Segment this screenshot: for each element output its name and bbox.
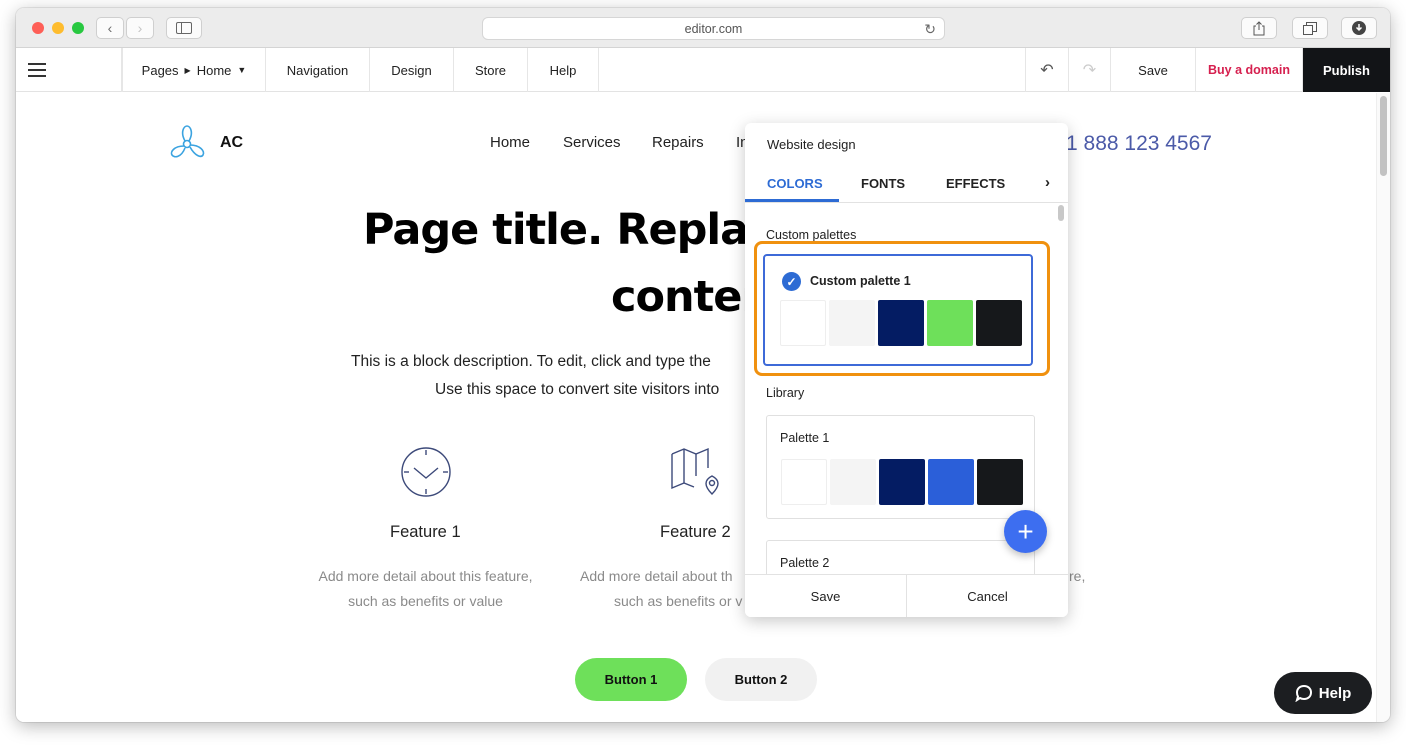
redo-icon: ↷ — [1082, 62, 1097, 79]
publish-button[interactable]: Publish — [1303, 48, 1390, 92]
logo-icon — [170, 125, 205, 158]
clock-icon — [401, 447, 451, 497]
save-button[interactable]: Save — [1111, 48, 1196, 92]
library-label: Library — [766, 386, 805, 400]
page-scrollbar[interactable] — [1376, 93, 1390, 722]
site-nav-repairs[interactable]: Repairs — [652, 134, 704, 151]
maximize-window-button[interactable] — [72, 22, 84, 34]
publish-label: Publish — [1323, 62, 1370, 78]
swatch-blue — [928, 459, 974, 505]
palette-1-name: Palette 1 — [780, 431, 830, 445]
panel-title: Website design — [767, 137, 856, 152]
help-label: Help — [549, 62, 577, 78]
panel-scrollbar-thumb[interactable] — [1058, 205, 1064, 221]
feature-2-desc-line1: Add more detail about th — [580, 568, 733, 584]
panel-footer: Save Cancel — [745, 574, 1068, 617]
download-icon — [1352, 21, 1366, 35]
url-text: editor.com — [684, 21, 743, 36]
swatch-black — [977, 459, 1023, 505]
block-description-line1[interactable]: This is a block description. To edit, cl… — [351, 353, 711, 371]
redo-button[interactable]: ↷ — [1069, 48, 1111, 92]
pages-label: Pages — [141, 62, 179, 78]
address-bar[interactable]: editor.com ↻ — [482, 17, 945, 40]
feature-2-desc-line2: such as benefits or v — [614, 593, 743, 609]
tabs-next-chevron-icon[interactable]: › — [1045, 174, 1050, 191]
button-2[interactable]: Button 2 — [705, 658, 817, 701]
breadcrumb-arrow-icon: ▶ — [184, 65, 191, 75]
feature-1-description[interactable]: Add more detail about this feature, such… — [300, 564, 551, 614]
reload-icon[interactable]: ↻ — [924, 21, 936, 38]
navigation-menu[interactable]: Navigation — [266, 48, 370, 92]
tab-fonts[interactable]: FONTS — [861, 176, 905, 191]
undo-button[interactable]: ↶ — [1025, 48, 1069, 92]
panel-save-button[interactable]: Save — [745, 575, 907, 617]
design-label: Design — [391, 62, 432, 78]
design-menu[interactable]: Design — [370, 48, 454, 92]
pages-dropdown[interactable]: Pages ▶ Home ▼ — [122, 48, 266, 92]
feature-1-title[interactable]: Feature 1 — [390, 523, 461, 542]
page-scrollbar-thumb[interactable] — [1380, 96, 1387, 176]
hamburger-icon — [28, 63, 46, 81]
tabs-divider — [745, 202, 1068, 203]
sidebar-icon — [176, 22, 192, 34]
browser-titlebar: ‹ › editor.com ↻ — [16, 8, 1390, 48]
share-button[interactable] — [1241, 17, 1277, 39]
current-page-label: Home — [196, 62, 232, 78]
map-pin-icon — [671, 447, 719, 495]
tabs-icon — [1303, 21, 1317, 35]
block-description-line2[interactable]: Use this space to convert site visitors … — [435, 381, 719, 399]
swatch-light-gray — [830, 459, 876, 505]
close-window-button[interactable] — [32, 22, 44, 34]
page-title-line1[interactable]: Page title. Replac — [363, 205, 774, 255]
navigation-label: Navigation — [286, 62, 349, 78]
chat-bubble-icon — [1295, 684, 1312, 702]
feature-2-description[interactable]: Add more detail about th such as benefit… — [580, 564, 750, 614]
chevron-down-icon: ▼ — [237, 65, 247, 75]
buy-domain-button[interactable]: Buy a domain — [1196, 48, 1303, 92]
site-nav-home[interactable]: Home — [490, 134, 530, 151]
custom-palettes-label: Custom palettes — [766, 228, 857, 242]
forward-button[interactable]: › — [126, 17, 154, 39]
feature-1-desc-line1: Add more detail about this feature, — [318, 568, 533, 584]
back-button[interactable]: ‹ — [96, 17, 124, 39]
minimize-window-button[interactable] — [52, 22, 64, 34]
store-label: Store — [474, 62, 507, 78]
tabs-overview-button[interactable] — [1292, 17, 1328, 39]
panel-cancel-button[interactable]: Cancel — [907, 575, 1068, 617]
page-canvas — [16, 93, 1376, 722]
feature-2-title[interactable]: Feature 2 — [660, 523, 731, 542]
swatch-white — [781, 459, 827, 505]
logo-text[interactable]: AC — [220, 134, 243, 152]
site-phone[interactable]: 1 888 123 4567 — [1066, 132, 1212, 156]
palette-highlight-outline — [754, 241, 1050, 376]
tab-effects[interactable]: EFFECTS — [946, 176, 1005, 191]
help-menu[interactable]: Help — [528, 48, 599, 92]
plus-icon: + — [1017, 515, 1034, 547]
site-nav-services[interactable]: Services — [563, 134, 621, 151]
swatch-navy — [879, 459, 925, 505]
buy-domain-label: Buy a domain — [1208, 63, 1290, 77]
downloads-button[interactable] — [1341, 17, 1377, 39]
save-label: Save — [1138, 62, 1168, 78]
editor-toolbar: Pages ▶ Home ▼ Navigation Design Store H… — [16, 48, 1390, 92]
chevron-left-icon: ‹ — [107, 20, 113, 36]
sidebar-toggle-button[interactable] — [166, 17, 202, 39]
share-icon — [1253, 20, 1265, 35]
undo-icon: ↶ — [1040, 62, 1054, 79]
store-menu[interactable]: Store — [454, 48, 528, 92]
page-title-line2[interactable]: conter — [611, 272, 763, 322]
add-palette-button[interactable]: + — [1004, 510, 1047, 553]
chevron-right-icon: › — [137, 20, 143, 36]
feature-3-description-fragment[interactable]: re, — [1069, 564, 1085, 589]
button-1[interactable]: Button 1 — [575, 658, 687, 701]
feature-1-desc-line2: such as benefits or value — [348, 593, 503, 609]
help-chat-button[interactable]: Help — [1274, 672, 1372, 714]
menu-button[interactable] — [16, 48, 122, 92]
palette-2-name: Palette 2 — [780, 556, 830, 570]
help-button-label: Help — [1318, 684, 1352, 702]
palette-1-card[interactable]: Palette 1 — [766, 415, 1035, 519]
tab-colors[interactable]: COLORS — [767, 176, 823, 191]
